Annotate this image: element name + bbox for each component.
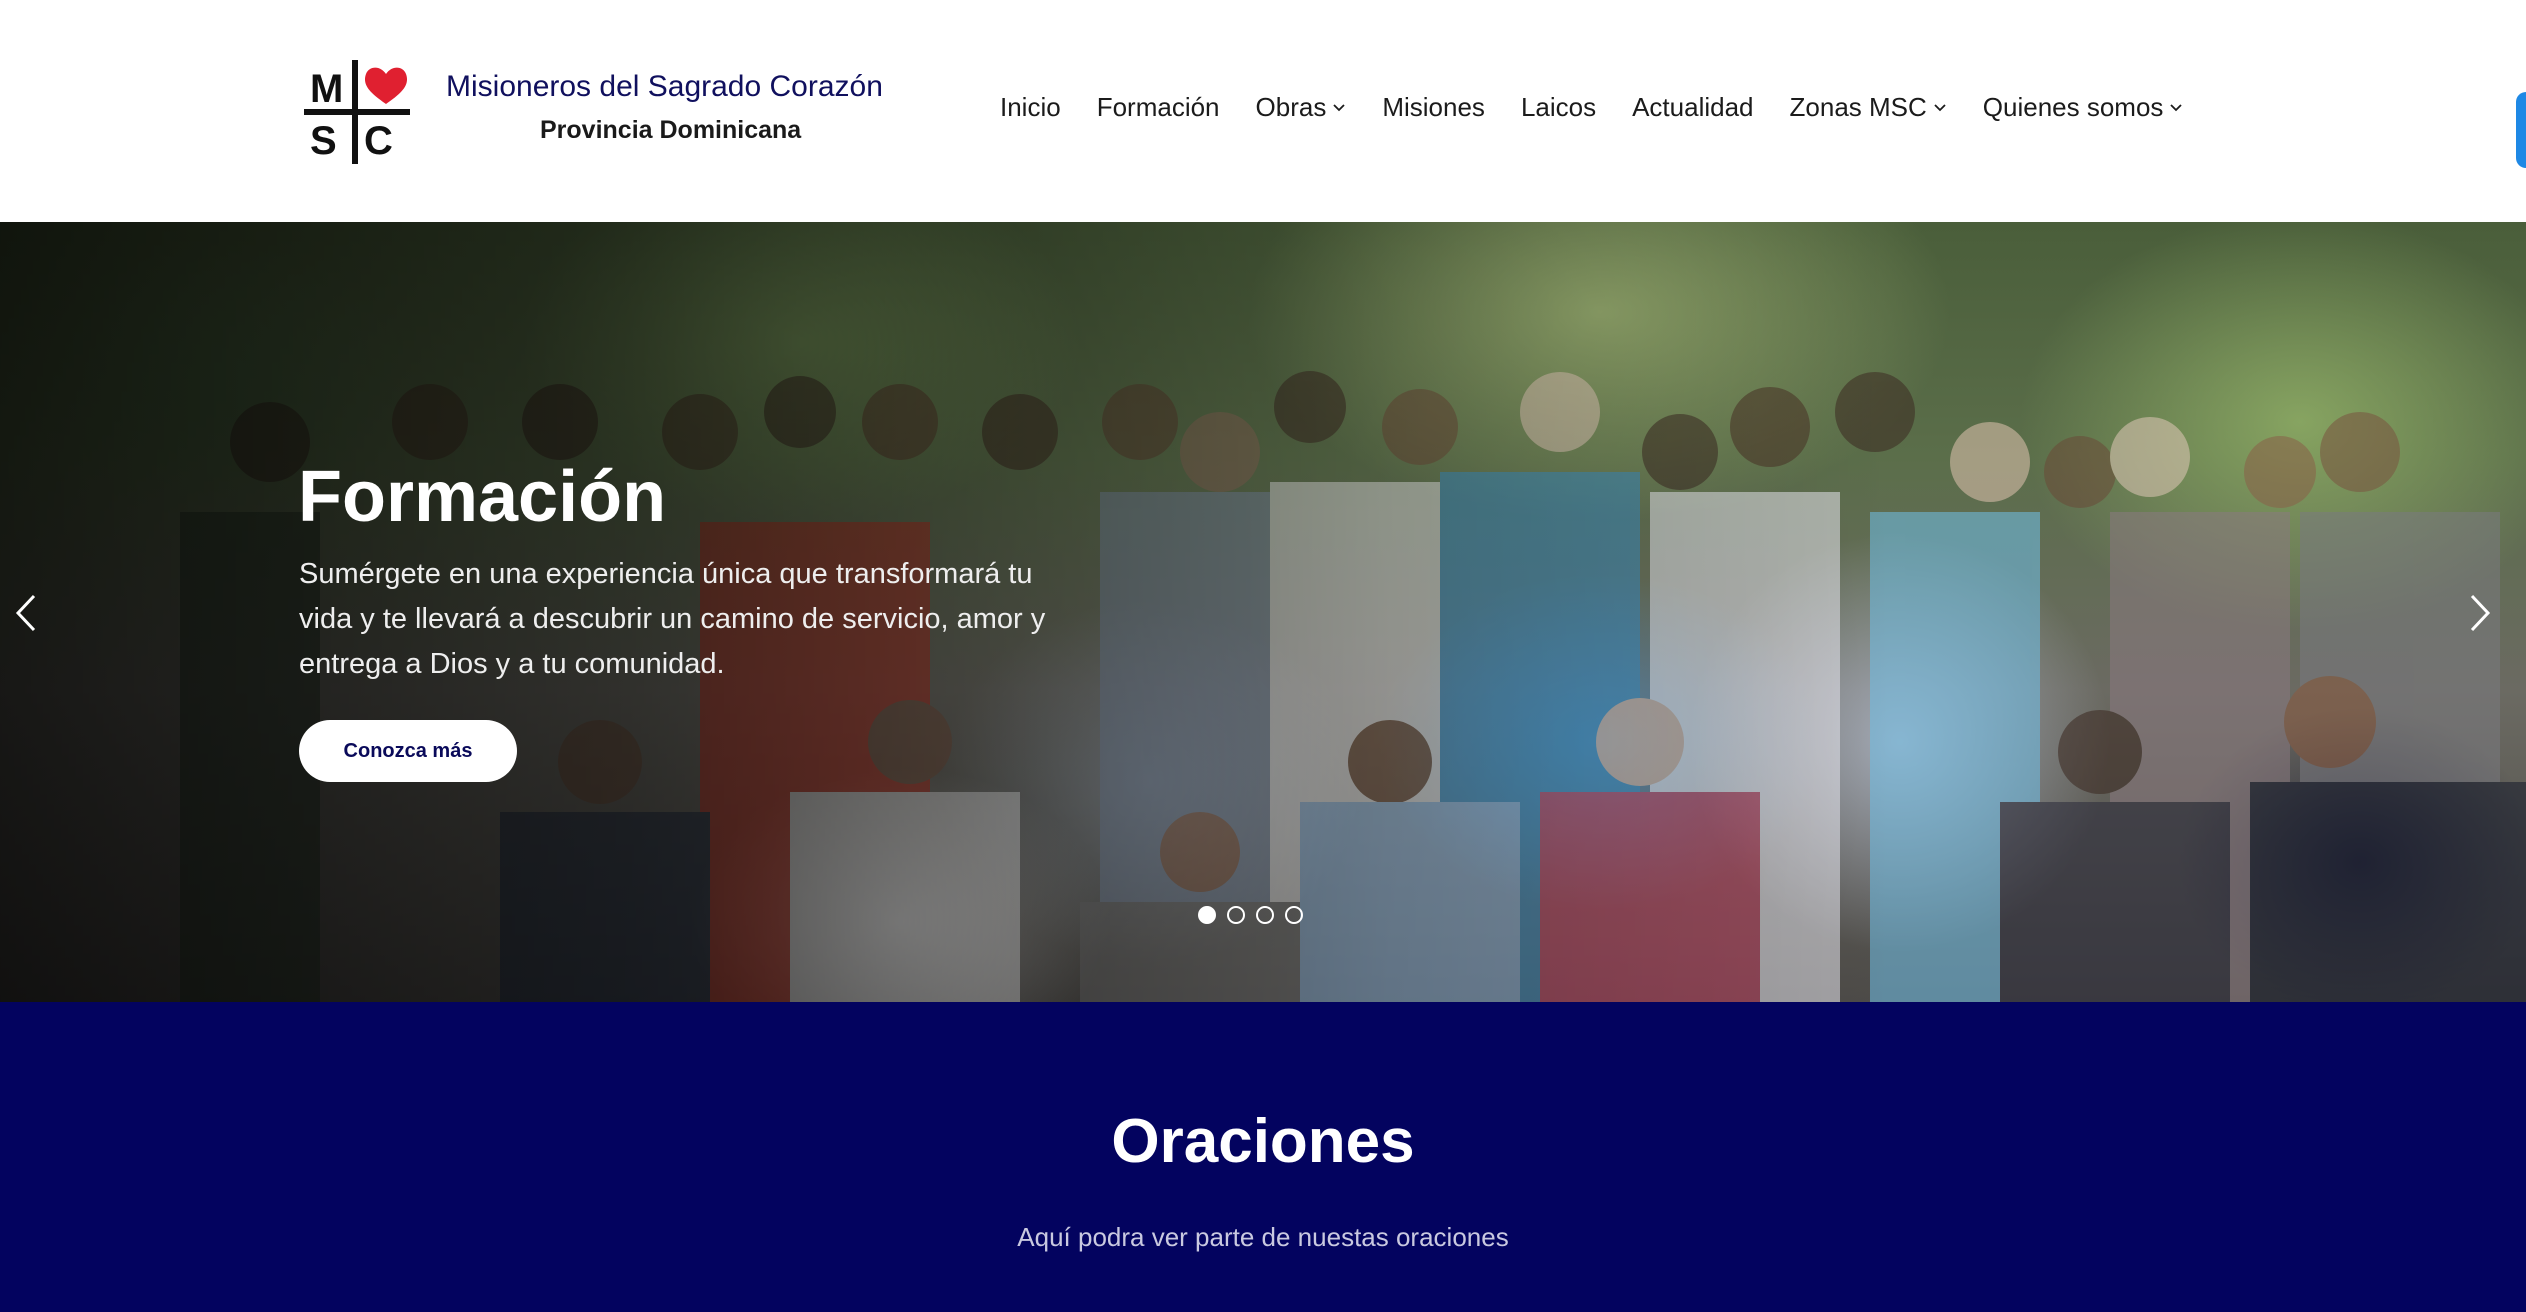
hero-title: Formación [298, 457, 667, 537]
prayers-title: Oraciones [1111, 1107, 1415, 1176]
heart-icon [364, 67, 408, 104]
slider-dot-1[interactable] [1198, 906, 1216, 924]
nav-item-obras[interactable]: Obras [1256, 92, 1347, 123]
header-cta-button[interactable] [2516, 92, 2526, 168]
nav-item-misiones[interactable]: Misiones [1382, 92, 1485, 123]
slider-dots [1198, 906, 1303, 924]
logo-letter-s: S [310, 119, 337, 163]
chevron-down-icon [1933, 101, 1947, 115]
nav-item-laicos[interactable]: Laicos [1521, 92, 1596, 123]
slider-dot-2[interactable] [1227, 906, 1245, 924]
nav-item-actualidad[interactable]: Actualidad [1632, 92, 1753, 123]
learn-more-button[interactable]: Conozca más [299, 720, 517, 782]
msc-logo[interactable]: M S C [304, 60, 410, 164]
hero-slider: Formación Sumérgete en una experiencia ú… [0, 222, 2526, 1002]
slider-prev-arrow-icon[interactable] [6, 588, 46, 638]
nav-item-label: Laicos [1520, 92, 1597, 122]
nav-item-inicio[interactable]: Inicio [1000, 92, 1061, 123]
nav-item-label: Obras [1255, 92, 1327, 122]
nav-item-label: Inicio [1000, 92, 1061, 122]
nav-item-label: Actualidad [1632, 92, 1754, 122]
site-header: M S C Misioneros del Sagrado Corazón Pro… [0, 0, 2526, 222]
logo-letter-c: C [364, 119, 393, 163]
nav-item-formacion[interactable]: Formación [1097, 92, 1220, 123]
prayers-section: Oraciones Aquí podra ver parte de nuesta… [0, 1002, 2526, 1312]
hero-description: Sumérgete en una experiencia única que t… [299, 558, 1046, 680]
slider-dot-3[interactable] [1256, 906, 1274, 924]
logo-letter-m: M [310, 67, 343, 111]
nav-item-label: Misiones [1382, 92, 1485, 122]
nav-item-zonas-msc[interactable]: Zonas MSC [1790, 92, 1947, 123]
chevron-down-icon [1332, 101, 1346, 115]
nav-item-quienes-somos[interactable]: Quienes somos [1983, 92, 2184, 123]
nav-item-label: Zonas MSC [1789, 92, 1927, 122]
nav-item-label: Quienes somos [1982, 92, 2164, 122]
main-nav: Inicio Formación Obras Misiones Laicos A… [1000, 92, 2183, 123]
prayers-subtitle: Aquí podra ver parte de nuestas oracione… [1017, 1222, 1509, 1252]
slider-next-arrow-icon[interactable] [2460, 588, 2500, 638]
chevron-down-icon [2169, 101, 2183, 115]
brand-title[interactable]: Misioneros del Sagrado Corazón [446, 70, 883, 104]
brand-subtitle: Provincia Dominicana [540, 116, 802, 144]
nav-item-label: Formación [1096, 92, 1220, 122]
slider-dot-4[interactable] [1285, 906, 1303, 924]
